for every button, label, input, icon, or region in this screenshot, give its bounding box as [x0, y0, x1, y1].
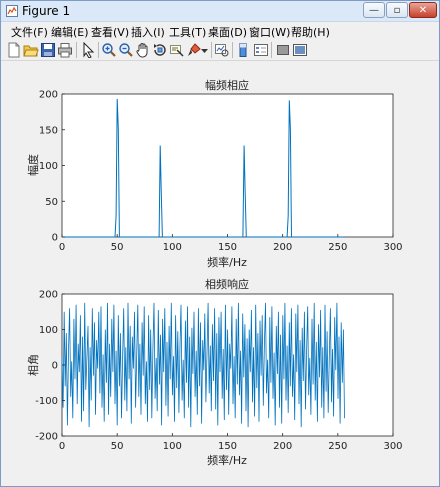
- y-tick-label: -100: [35, 396, 58, 407]
- axes-background: [61, 293, 394, 437]
- menu-insert[interactable]: 插入(I): [131, 24, 165, 40]
- menu-desktop[interactable]: 桌面(D): [208, 24, 247, 40]
- menu-window[interactable]: 窗口(W): [249, 24, 290, 40]
- x-tick-label: 150: [218, 441, 237, 452]
- pan-hand-icon[interactable]: [135, 42, 151, 58]
- y-tick-label: 100: [39, 325, 58, 336]
- amplitude-plot-title: 幅频相应: [205, 78, 249, 92]
- matlab-figure-icon: [6, 5, 18, 17]
- y-tick-labels: 0 50 100 150 200: [39, 90, 65, 244]
- phase-plot-title: 相频响应: [205, 277, 249, 291]
- y-tick-label: 150: [39, 125, 58, 136]
- x-tick-label: 0: [59, 242, 65, 253]
- phase-y-axis-label: 相角: [27, 354, 40, 376]
- y-tick-label: 50: [45, 197, 58, 208]
- figure-window: Figure 1 — ▫ ✕ 文件(F) 编辑(E) 查看(V) 插入(I) 工…: [0, 0, 440, 487]
- hide-plot-tools-icon[interactable]: [275, 42, 291, 58]
- insert-colorbar-icon[interactable]: [236, 42, 252, 58]
- print-icon[interactable]: [57, 42, 73, 58]
- toolbar-separator: [232, 42, 233, 58]
- open-file-icon[interactable]: [23, 42, 39, 58]
- x-tick-label: 50: [111, 242, 124, 253]
- y-tick-label: 100: [39, 161, 58, 172]
- zoom-in-icon[interactable]: [101, 42, 117, 58]
- menu-file[interactable]: 文件(F): [11, 24, 48, 40]
- insert-legend-icon[interactable]: [253, 42, 269, 58]
- rotate-3d-icon[interactable]: [152, 42, 168, 58]
- phase-x-axis-label: 频率/Hz: [207, 453, 247, 467]
- data-cursor-icon[interactable]: [169, 42, 185, 58]
- toolbar-separator: [98, 42, 99, 58]
- zoom-out-icon[interactable]: [118, 42, 134, 58]
- link-plot-icon[interactable]: [214, 42, 230, 58]
- y-tick-label: 200: [39, 290, 58, 301]
- amplitude-x-axis-label: 频率/Hz: [207, 255, 247, 269]
- toolbar-separator: [211, 42, 212, 58]
- menu-tools[interactable]: 工具(T): [169, 24, 206, 40]
- axes-background: [61, 93, 394, 238]
- show-plot-tools-icon[interactable]: [292, 42, 308, 58]
- menu-help[interactable]: 帮助(H): [291, 24, 330, 40]
- close-button[interactable]: ✕: [409, 2, 437, 18]
- y-tick-label: 0: [52, 361, 58, 372]
- x-tick-label: 150: [218, 242, 237, 253]
- menu-bar: 文件(F) 编辑(E) 查看(V) 插入(I) 工具(T) 桌面(D) 窗口(W…: [1, 22, 439, 39]
- x-tick-label: 200: [273, 441, 292, 452]
- x-tick-label: 200: [273, 242, 292, 253]
- save-icon[interactable]: [40, 42, 56, 58]
- x-tick-label: 250: [328, 441, 347, 452]
- amplitude-axes[interactable]: 0 50 100 150 200 250 300 0 50 100 150 200 幅频相应 频率/…: [26, 78, 403, 269]
- dropdown-arrow-icon[interactable]: [200, 42, 209, 58]
- menu-edit[interactable]: 编辑(E): [51, 24, 89, 40]
- x-tick-label: 100: [163, 242, 182, 253]
- x-tick-label: 300: [383, 242, 402, 253]
- toolbar-separator: [271, 42, 272, 58]
- new-figure-icon[interactable]: [6, 42, 22, 58]
- x-tick-label: 50: [111, 441, 124, 452]
- x-tick-label: 250: [328, 242, 347, 253]
- x-tick-label: 100: [163, 441, 182, 452]
- phase-axes[interactable]: 0 50 100 150 200 250 300 -200-1000100200 相频响应 …: [27, 277, 403, 467]
- minimize-button[interactable]: —: [363, 2, 385, 18]
- x-tick-label: 0: [59, 441, 65, 452]
- y-tick-label: -200: [35, 432, 58, 443]
- arrow-pointer-icon[interactable]: [80, 42, 96, 58]
- amplitude-y-axis-label: 幅度: [26, 154, 40, 176]
- restore-button[interactable]: ▫: [386, 2, 408, 18]
- y-tick-label: 0: [52, 233, 58, 244]
- toolbar-separator: [76, 42, 77, 58]
- window-title: Figure 1: [22, 4, 71, 18]
- figure-canvas: 0 50 100 150 200 250 300 0 50 100 150 200 幅频相应 频率/…: [26, 78, 403, 467]
- title-bar[interactable]: Figure 1 — ▫ ✕: [1, 1, 439, 22]
- figure-toolbar: [1, 39, 439, 61]
- x-tick-label: 300: [383, 441, 402, 452]
- menu-view[interactable]: 查看(V): [91, 24, 129, 40]
- y-tick-label: 200: [39, 90, 58, 101]
